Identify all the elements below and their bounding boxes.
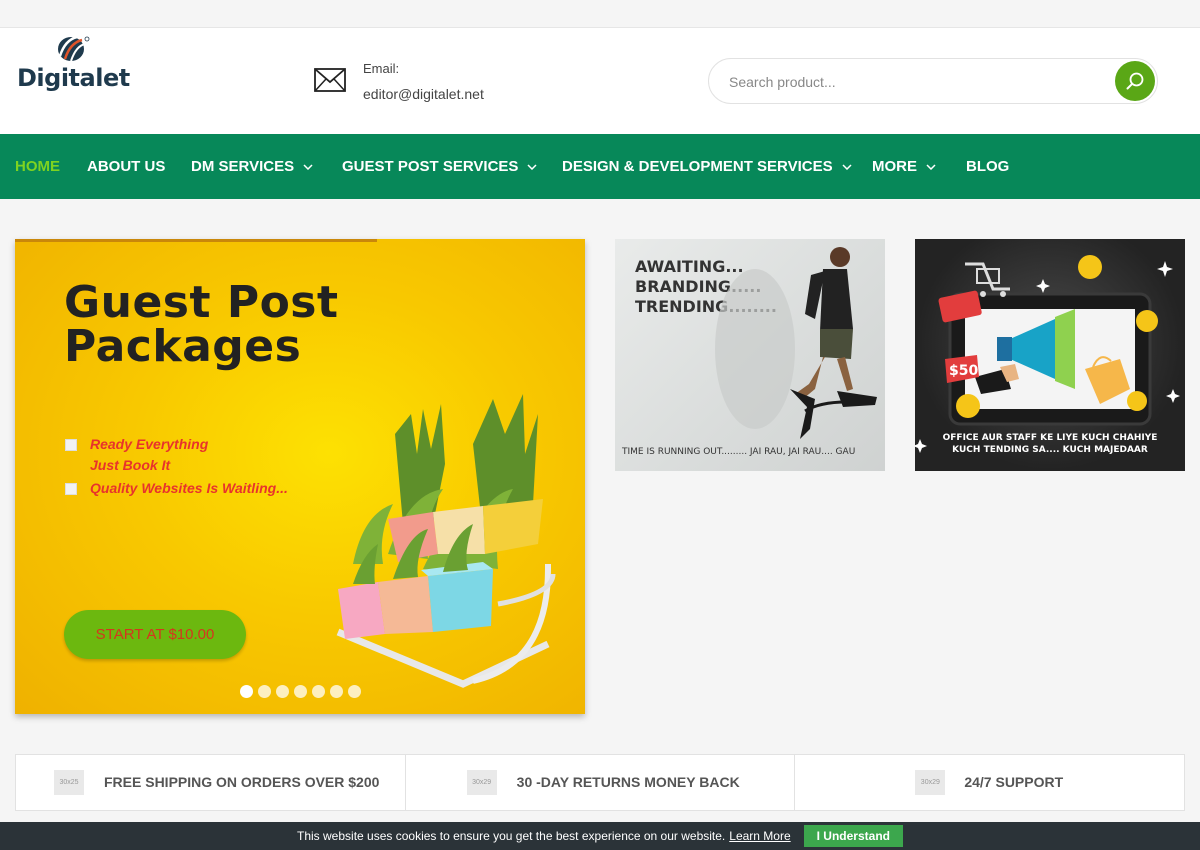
hero-slider[interactable]: Guest Post Packages Ready Everything Jus… bbox=[15, 239, 585, 714]
feature-support-label: 24/7 SUPPORT bbox=[964, 774, 1064, 790]
i-understand-button[interactable]: I Understand bbox=[803, 825, 903, 847]
chevron-down-icon bbox=[926, 163, 936, 170]
search-bar bbox=[708, 58, 1158, 104]
nav-more-label: MORE bbox=[872, 158, 917, 175]
slider-dot-2[interactable] bbox=[258, 685, 271, 698]
search-input[interactable] bbox=[729, 71, 1099, 93]
marketing-banner[interactable]: $50 OFFICE AUR STAFF KE LIYE KUCH CHAHIY… bbox=[915, 239, 1185, 471]
feature-free-shipping: 30x25 FREE SHIPPING ON ORDERS OVER $200 bbox=[16, 755, 406, 810]
potted-plants-image bbox=[336, 394, 556, 688]
logo-mark-icon bbox=[58, 35, 90, 62]
envelope-icon bbox=[314, 68, 346, 92]
chevron-down-icon bbox=[842, 163, 852, 170]
banner1-footer: TIME IS RUNNING OUT......... JAI RAU, JA… bbox=[622, 447, 856, 457]
top-strip bbox=[0, 0, 1200, 28]
slider-dot-3[interactable] bbox=[276, 685, 289, 698]
logo-text: Digitalet bbox=[17, 64, 130, 92]
nav-design-development-services-label: DESIGN & DEVELOPMENT SERVICES bbox=[562, 158, 833, 175]
feature-ready-line2: Just Book It bbox=[90, 457, 171, 473]
banner2-footer-line1: OFFICE AUR STAFF KE LIYE KUCH CHAHIYE bbox=[942, 433, 1158, 443]
nav-about-us[interactable]: ABOUT US bbox=[87, 134, 165, 199]
cookie-banner: This website uses cookies to ensure you … bbox=[0, 822, 1200, 850]
feature-ready-line1: Ready Everything bbox=[90, 436, 209, 452]
hero-title-line1: Guest Post bbox=[64, 277, 339, 328]
learn-more-link[interactable]: Learn More bbox=[729, 829, 790, 843]
site-header: Digitalet Email: editor@digitalet.net bbox=[0, 28, 1200, 134]
nav-more[interactable]: MORE bbox=[872, 134, 936, 199]
returns-icon: 30x29 bbox=[466, 770, 497, 795]
hero-feature-ready: Ready Everything Just Book It bbox=[65, 434, 208, 476]
feature-bullet-icon bbox=[65, 439, 77, 451]
slider-dot-4[interactable] bbox=[294, 685, 307, 698]
hero-feature-quality: Quality Websites Is Waitling... bbox=[65, 478, 288, 499]
hero-title: Guest Post Packages bbox=[64, 281, 339, 369]
feature-bullet-icon bbox=[65, 483, 77, 495]
slider-dot-7[interactable] bbox=[348, 685, 361, 698]
nav-home-label: HOME bbox=[15, 158, 60, 175]
slider-dots bbox=[240, 685, 361, 698]
feature-free-shipping-label: FREE SHIPPING ON ORDERS OVER $200 bbox=[104, 774, 380, 790]
chevron-down-icon bbox=[527, 163, 537, 170]
site-logo[interactable]: Digitalet bbox=[17, 34, 147, 94]
main-nav: HOME ABOUT US DM SERVICES GUEST POST SER… bbox=[0, 134, 1200, 199]
chevron-down-icon bbox=[303, 163, 313, 170]
slider-dot-6[interactable] bbox=[330, 685, 343, 698]
walking-man-image bbox=[715, 247, 877, 439]
feature-quality-text: Quality Websites Is Waitling... bbox=[90, 480, 288, 496]
nav-guest-post-services-label: GUEST POST SERVICES bbox=[342, 158, 519, 175]
cookie-message: This website uses cookies to ensure you … bbox=[297, 829, 726, 843]
nav-about-us-label: ABOUT US bbox=[87, 158, 166, 175]
nav-home[interactable]: HOME bbox=[15, 134, 60, 199]
nav-guest-post-services[interactable]: GUEST POST SERVICES bbox=[342, 134, 537, 199]
branding-banner[interactable]: AWAITING... BRANDING..... TRENDING......… bbox=[615, 239, 885, 471]
email-address[interactable]: editor@digitalet.net bbox=[363, 86, 484, 102]
price-tag-text: $50 bbox=[949, 363, 978, 379]
nav-dm-services-label: DM SERVICES bbox=[191, 158, 295, 175]
shipping-icon: 30x25 bbox=[54, 770, 84, 795]
nav-blog-label: BLOG bbox=[966, 158, 1010, 175]
nav-blog[interactable]: BLOG bbox=[966, 134, 1009, 199]
search-icon bbox=[1126, 72, 1144, 90]
features-strip: 30x25 FREE SHIPPING ON ORDERS OVER $200 … bbox=[15, 754, 1185, 811]
support-icon: 30x29 bbox=[915, 770, 946, 795]
banner2-footer-line2: KUCH TENDING SA.... KUCH MAJEDAAR bbox=[952, 445, 1148, 455]
feature-returns-label: 30 -DAY RETURNS MONEY BACK bbox=[516, 774, 740, 790]
hero-title-line2: Packages bbox=[64, 321, 302, 372]
email-label: Email: bbox=[363, 61, 400, 76]
start-at-button[interactable]: START AT $10.00 bbox=[64, 610, 246, 659]
feature-support: 30x29 24/7 SUPPORT bbox=[795, 755, 1184, 810]
slider-dot-1[interactable] bbox=[240, 685, 253, 698]
nav-design-development-services[interactable]: DESIGN & DEVELOPMENT SERVICES bbox=[562, 134, 852, 199]
banner2-footer: OFFICE AUR STAFF KE LIYE KUCH CHAHIYE KU… bbox=[915, 432, 1185, 456]
nav-dm-services[interactable]: DM SERVICES bbox=[191, 134, 313, 199]
feature-returns: 30x29 30 -DAY RETURNS MONEY BACK bbox=[406, 755, 796, 810]
search-button[interactable] bbox=[1115, 61, 1155, 101]
slider-progress-bar bbox=[15, 239, 377, 242]
slider-dot-5[interactable] bbox=[312, 685, 325, 698]
